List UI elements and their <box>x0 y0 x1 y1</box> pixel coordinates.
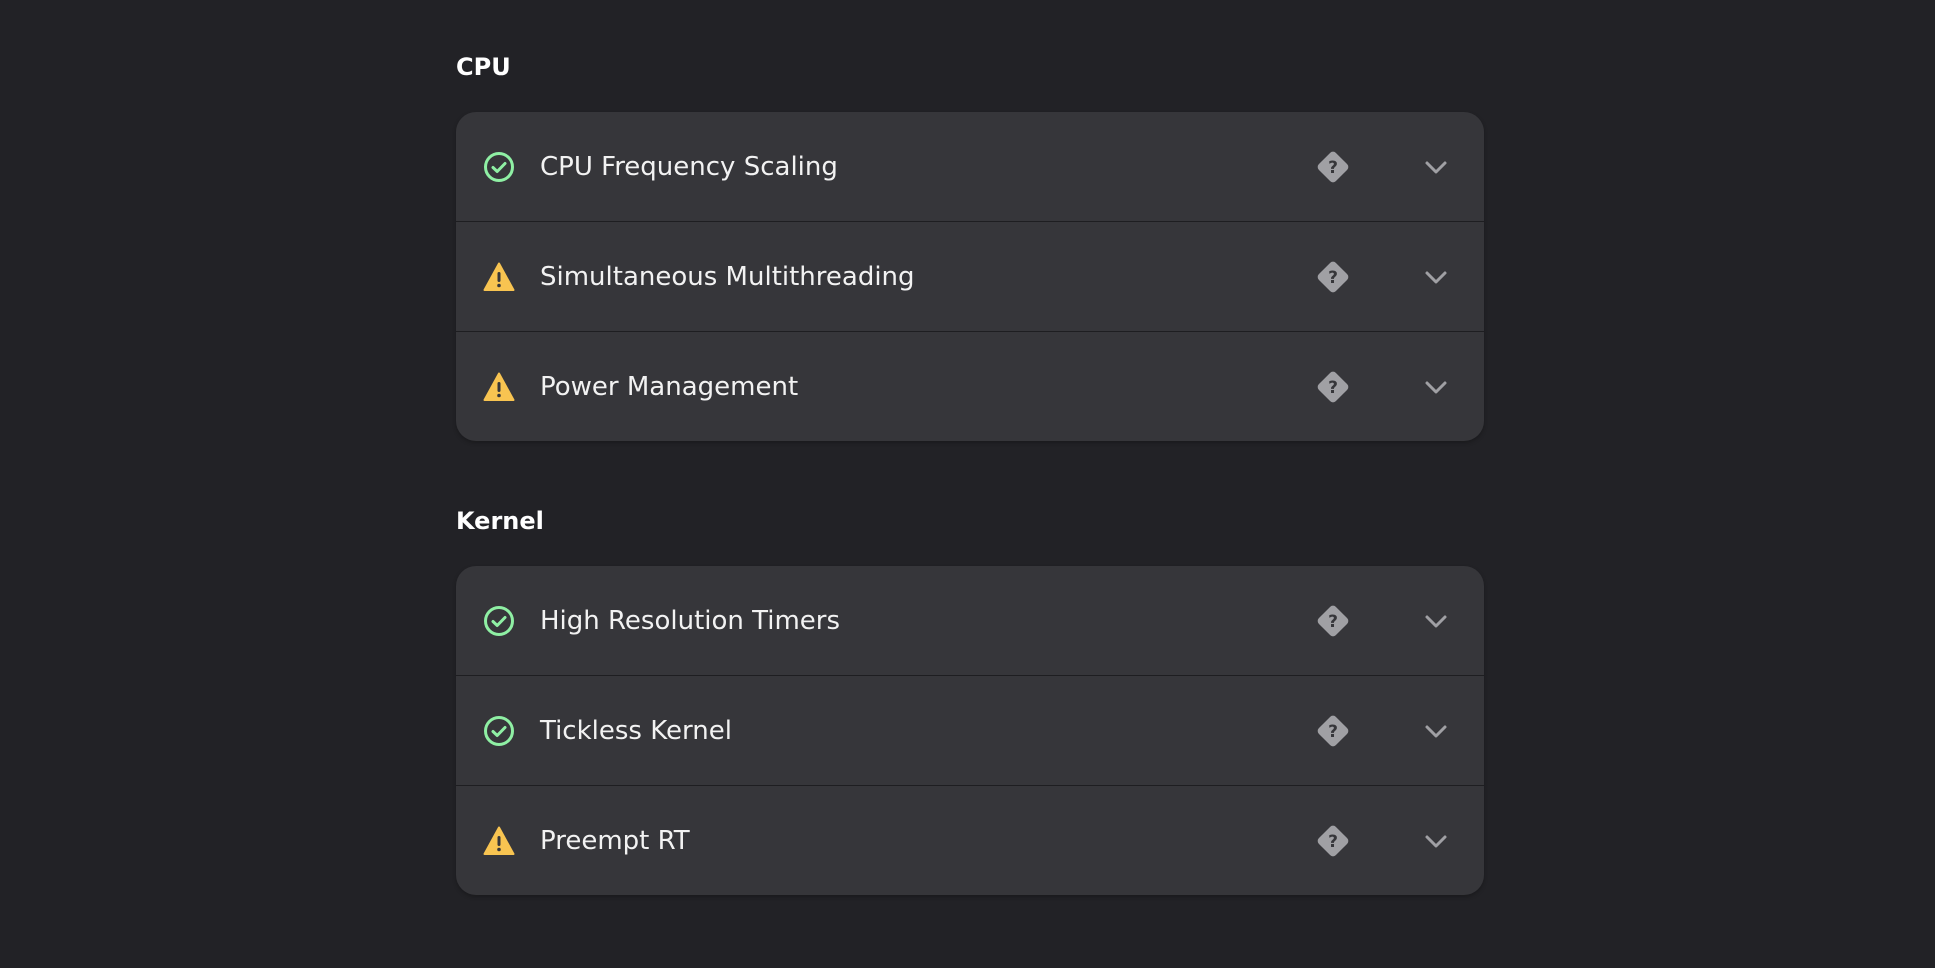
chevron-down-icon[interactable] <box>1420 605 1452 637</box>
list-item[interactable]: Tickless Kernel ? <box>456 676 1484 786</box>
list-item[interactable]: High Resolution Timers ? <box>456 566 1484 676</box>
help-diamond-icon[interactable]: ? <box>1314 368 1352 406</box>
check-circle-icon <box>483 715 515 747</box>
row-label: Simultaneous Multithreading <box>540 261 915 292</box>
page: CPU CPU Frequency Scaling ? Simultaneous… <box>0 0 1935 968</box>
warning-triangle-icon <box>483 371 515 403</box>
list-item[interactable]: Simultaneous Multithreading ? <box>456 222 1484 332</box>
row-label: Tickless Kernel <box>540 715 732 746</box>
svg-text:?: ? <box>1328 268 1338 288</box>
help-diamond-icon[interactable]: ? <box>1314 258 1352 296</box>
section-group-cpu: CPU Frequency Scaling ? Simultaneous Mul… <box>456 112 1484 441</box>
svg-text:?: ? <box>1328 158 1338 178</box>
svg-text:?: ? <box>1328 832 1338 852</box>
help-diamond-icon[interactable]: ? <box>1314 712 1352 750</box>
warning-triangle-icon <box>483 825 515 857</box>
list-item[interactable]: Preempt RT ? <box>456 786 1484 895</box>
svg-text:?: ? <box>1328 378 1338 398</box>
content: CPU CPU Frequency Scaling ? Simultaneous… <box>456 0 1484 895</box>
help-diamond-icon[interactable]: ? <box>1314 148 1352 186</box>
svg-text:?: ? <box>1328 722 1338 742</box>
row-label: Preempt RT <box>540 825 690 856</box>
help-diamond-icon[interactable]: ? <box>1314 822 1352 860</box>
list-item[interactable]: Power Management ? <box>456 332 1484 441</box>
check-circle-icon <box>483 151 515 183</box>
svg-text:?: ? <box>1328 612 1338 632</box>
list-item[interactable]: CPU Frequency Scaling ? <box>456 112 1484 222</box>
section-group-kernel: High Resolution Timers ? Tickless Kernel… <box>456 566 1484 895</box>
chevron-down-icon[interactable] <box>1420 715 1452 747</box>
row-label: High Resolution Timers <box>540 605 841 636</box>
section-title-kernel: Kernel <box>456 507 544 535</box>
check-circle-icon <box>483 605 515 637</box>
chevron-down-icon[interactable] <box>1420 371 1452 403</box>
section-title-cpu: CPU <box>456 53 511 81</box>
chevron-down-icon[interactable] <box>1420 151 1452 183</box>
row-label: CPU Frequency Scaling <box>540 151 838 182</box>
warning-triangle-icon <box>483 261 515 293</box>
row-label: Power Management <box>540 371 799 402</box>
help-diamond-icon[interactable]: ? <box>1314 602 1352 640</box>
chevron-down-icon[interactable] <box>1420 261 1452 293</box>
chevron-down-icon[interactable] <box>1420 825 1452 857</box>
